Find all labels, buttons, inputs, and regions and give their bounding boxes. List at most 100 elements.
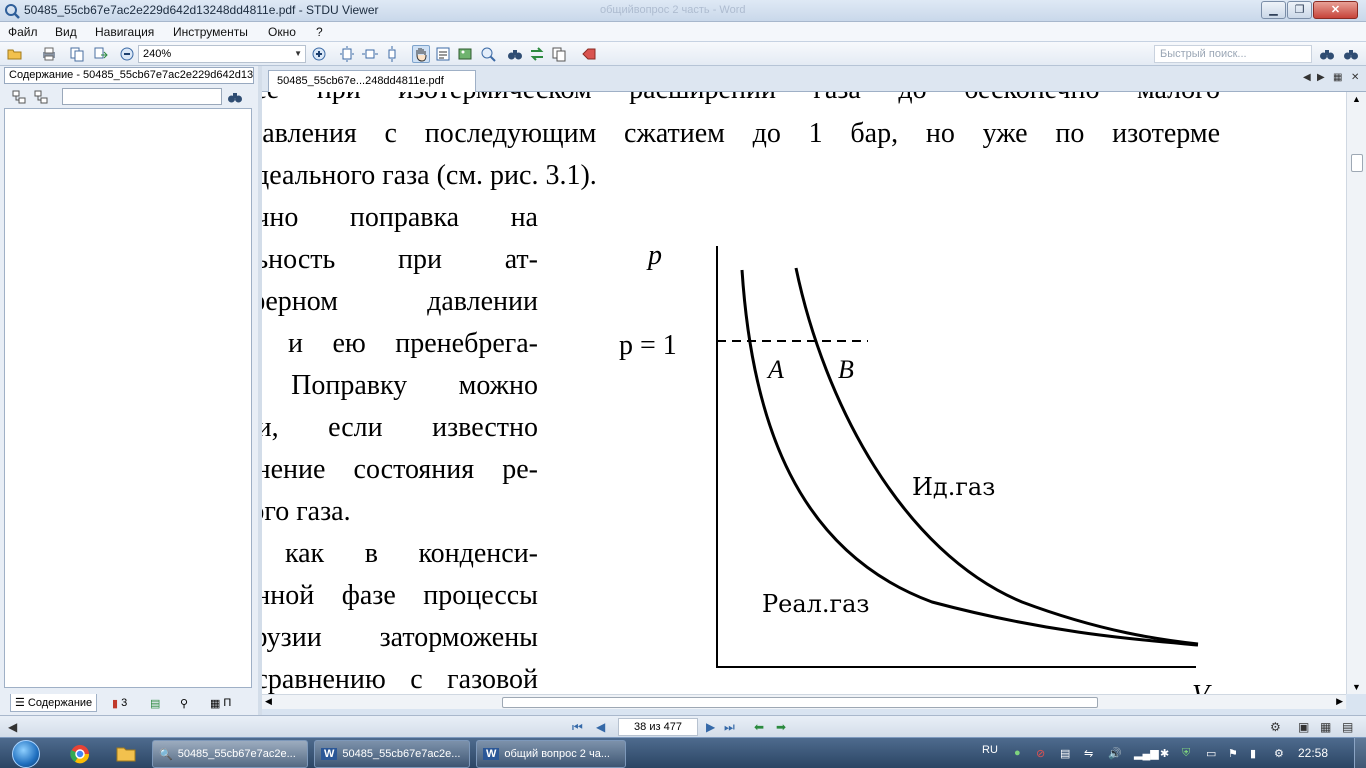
fit-page-button[interactable] — [338, 45, 356, 63]
next-page-button[interactable]: ▶ — [706, 720, 715, 734]
settings-icon[interactable]: ⚙ — [1270, 720, 1281, 734]
scroll-down-icon[interactable]: ▼ — [1352, 682, 1361, 692]
show-desktop-button[interactable] — [1354, 738, 1366, 768]
last-page-button[interactable]: ⏭ — [724, 720, 735, 735]
pages-button[interactable] — [550, 45, 568, 63]
document-view[interactable]: се при изотермическом расширении газа до… — [262, 92, 1346, 694]
two-page-view-icon[interactable]: ▦ — [1320, 720, 1331, 734]
word: ального газа. — [262, 496, 351, 527]
first-page-button[interactable]: ⏮ — [572, 720, 583, 735]
task-word-document-2[interactable]: W общий вопрос 2 ча... — [476, 740, 626, 768]
task-label: общий вопрос 2 ча... — [504, 748, 610, 760]
contents-tree[interactable] — [4, 108, 252, 688]
open-button[interactable] — [6, 45, 24, 63]
tab-thumbnails[interactable]: ▤ — [150, 694, 163, 712]
export-button[interactable] — [92, 45, 110, 63]
menu-help[interactable]: ? — [316, 25, 323, 39]
page-number-input[interactable]: 38 из 477 — [618, 718, 698, 736]
signal-icon[interactable]: ▂▄▆ — [1134, 747, 1159, 760]
tab-list-icon[interactable]: ▦ — [1333, 72, 1342, 83]
expand-all-button[interactable] — [10, 88, 28, 106]
copy-button[interactable] — [68, 45, 86, 63]
display-icon[interactable]: ▭ — [1206, 747, 1216, 760]
horizontal-scrollbar[interactable]: ◀ ▶ — [262, 694, 1346, 709]
menu-navigation[interactable]: Навигация — [95, 25, 154, 39]
word: но — [925, 118, 955, 149]
shield-icon[interactable]: ⛨ — [1182, 747, 1190, 760]
contents-find-button[interactable] — [226, 88, 244, 106]
quick-search-input[interactable]: Быстрый поиск... — [1154, 45, 1312, 63]
toolbar: 240% ▼ Быстрый поиск... — [0, 42, 1366, 66]
fit-height-button[interactable] — [383, 45, 401, 63]
collapse-all-button[interactable] — [32, 88, 50, 106]
previous-page-button[interactable]: ◀ — [596, 720, 605, 734]
start-button[interactable] — [4, 738, 48, 768]
menu-file[interactable]: Файл — [8, 25, 38, 39]
restore-icon: ❐ — [1294, 4, 1305, 16]
back-button[interactable]: ⬅ — [754, 720, 764, 734]
volume-icon[interactable]: 🔊 — [1108, 747, 1122, 760]
tray-usb-icon[interactable]: ⇋ — [1084, 747, 1093, 760]
word: найти, — [262, 412, 279, 443]
tray-network-icon[interactable]: ● — [1014, 747, 1021, 759]
scroll-left-icon[interactable]: ◀ — [265, 696, 272, 707]
tray-antivirus-icon[interactable]: ⊘ — [1036, 747, 1045, 760]
contents-search-input[interactable] — [62, 88, 222, 105]
task-word-document-1[interactable]: W 50485_55cb67e7ac2e... — [314, 740, 470, 768]
scroll-up-icon[interactable]: ▲ — [1352, 94, 1361, 104]
panel-toggle-icon[interactable]: ◀ — [8, 720, 17, 734]
tab-scroll-right-icon[interactable]: ▶ — [1317, 72, 1325, 83]
search-button[interactable] — [1318, 45, 1336, 63]
vertical-scrollbar[interactable]: ▲ ▼ — [1346, 92, 1366, 694]
word: сжатием — [624, 118, 725, 149]
word: заторможены — [379, 622, 538, 653]
select-text-button[interactable] — [434, 45, 452, 63]
explorer-taskbar-button[interactable] — [106, 741, 146, 767]
document-tab[interactable]: 50485_55cb67e...248dd4811e.pdf — [268, 70, 476, 92]
close-button[interactable]: ✕ — [1313, 1, 1358, 19]
tray-monitor-icon[interactable]: ▤ — [1060, 747, 1070, 760]
grid-view-icon[interactable]: ▤ — [1342, 720, 1353, 734]
magnifier-button[interactable] — [479, 45, 497, 63]
text-column-line: реальность при ат- — [262, 240, 538, 280]
word: по — [1055, 118, 1085, 149]
forward-button[interactable]: ➡ — [776, 720, 786, 734]
tab-close-icon[interactable]: ✕ — [1351, 72, 1359, 83]
flag-icon[interactable]: ⚑ — [1228, 747, 1238, 760]
tab-contents[interactable]: ☰ Содержание — [10, 694, 98, 712]
tab-search[interactable]: ⚲ — [180, 694, 191, 712]
sync-button[interactable] — [528, 45, 546, 63]
tab-bookmarks[interactable]: ▮ 3 — [112, 694, 127, 712]
fit-width-button[interactable] — [361, 45, 379, 63]
snapshot-button[interactable] — [456, 45, 474, 63]
zoom-in-button[interactable] — [310, 45, 328, 63]
menu-tools[interactable]: Инструменты — [173, 25, 248, 39]
vertical-scroll-thumb[interactable] — [1351, 154, 1363, 172]
battery-icon[interactable]: ▮ — [1250, 747, 1256, 760]
hand-tool-button[interactable] — [412, 45, 430, 63]
language-indicator[interactable]: RU — [982, 744, 998, 756]
clock[interactable]: 22:58 — [1298, 746, 1328, 760]
background-window-title: общийвопрос 2 часть - Word — [600, 4, 746, 16]
zoom-select[interactable]: 240% ▼ — [138, 45, 306, 63]
isotherm-figure: p p = 1 A B Ид.газ Реал.газ V — [619, 240, 1212, 694]
advanced-search-button[interactable] — [1342, 45, 1360, 63]
bluetooth-icon[interactable]: ✱ — [1160, 747, 1169, 760]
single-page-view-icon[interactable]: ▣ — [1298, 720, 1309, 734]
menu-view[interactable]: Вид — [55, 25, 77, 39]
tray-settings-icon[interactable]: ⚙ — [1274, 747, 1284, 760]
horizontal-scroll-thumb[interactable] — [502, 697, 1098, 708]
print-button[interactable] — [40, 45, 58, 63]
chrome-taskbar-button[interactable] — [60, 741, 100, 767]
minimize-button[interactable]: ▁ — [1261, 1, 1286, 19]
bookmark-button[interactable] — [580, 45, 598, 63]
tab-pages[interactable]: ▦ П — [210, 694, 231, 712]
find-button[interactable] — [506, 45, 524, 63]
scroll-right-icon[interactable]: ▶ — [1336, 696, 1343, 707]
zoom-out-button[interactable] — [118, 45, 136, 63]
tab-scroll-left-icon[interactable]: ◀ — [1303, 72, 1311, 83]
task-stdu-viewer[interactable]: 🔍 50485_55cb67e7ac2e... — [152, 740, 308, 768]
maximize-button[interactable]: ❐ — [1287, 1, 1312, 19]
menu-window[interactable]: Окно — [268, 25, 296, 39]
tab-contents-label: Содержание — [27, 696, 93, 709]
